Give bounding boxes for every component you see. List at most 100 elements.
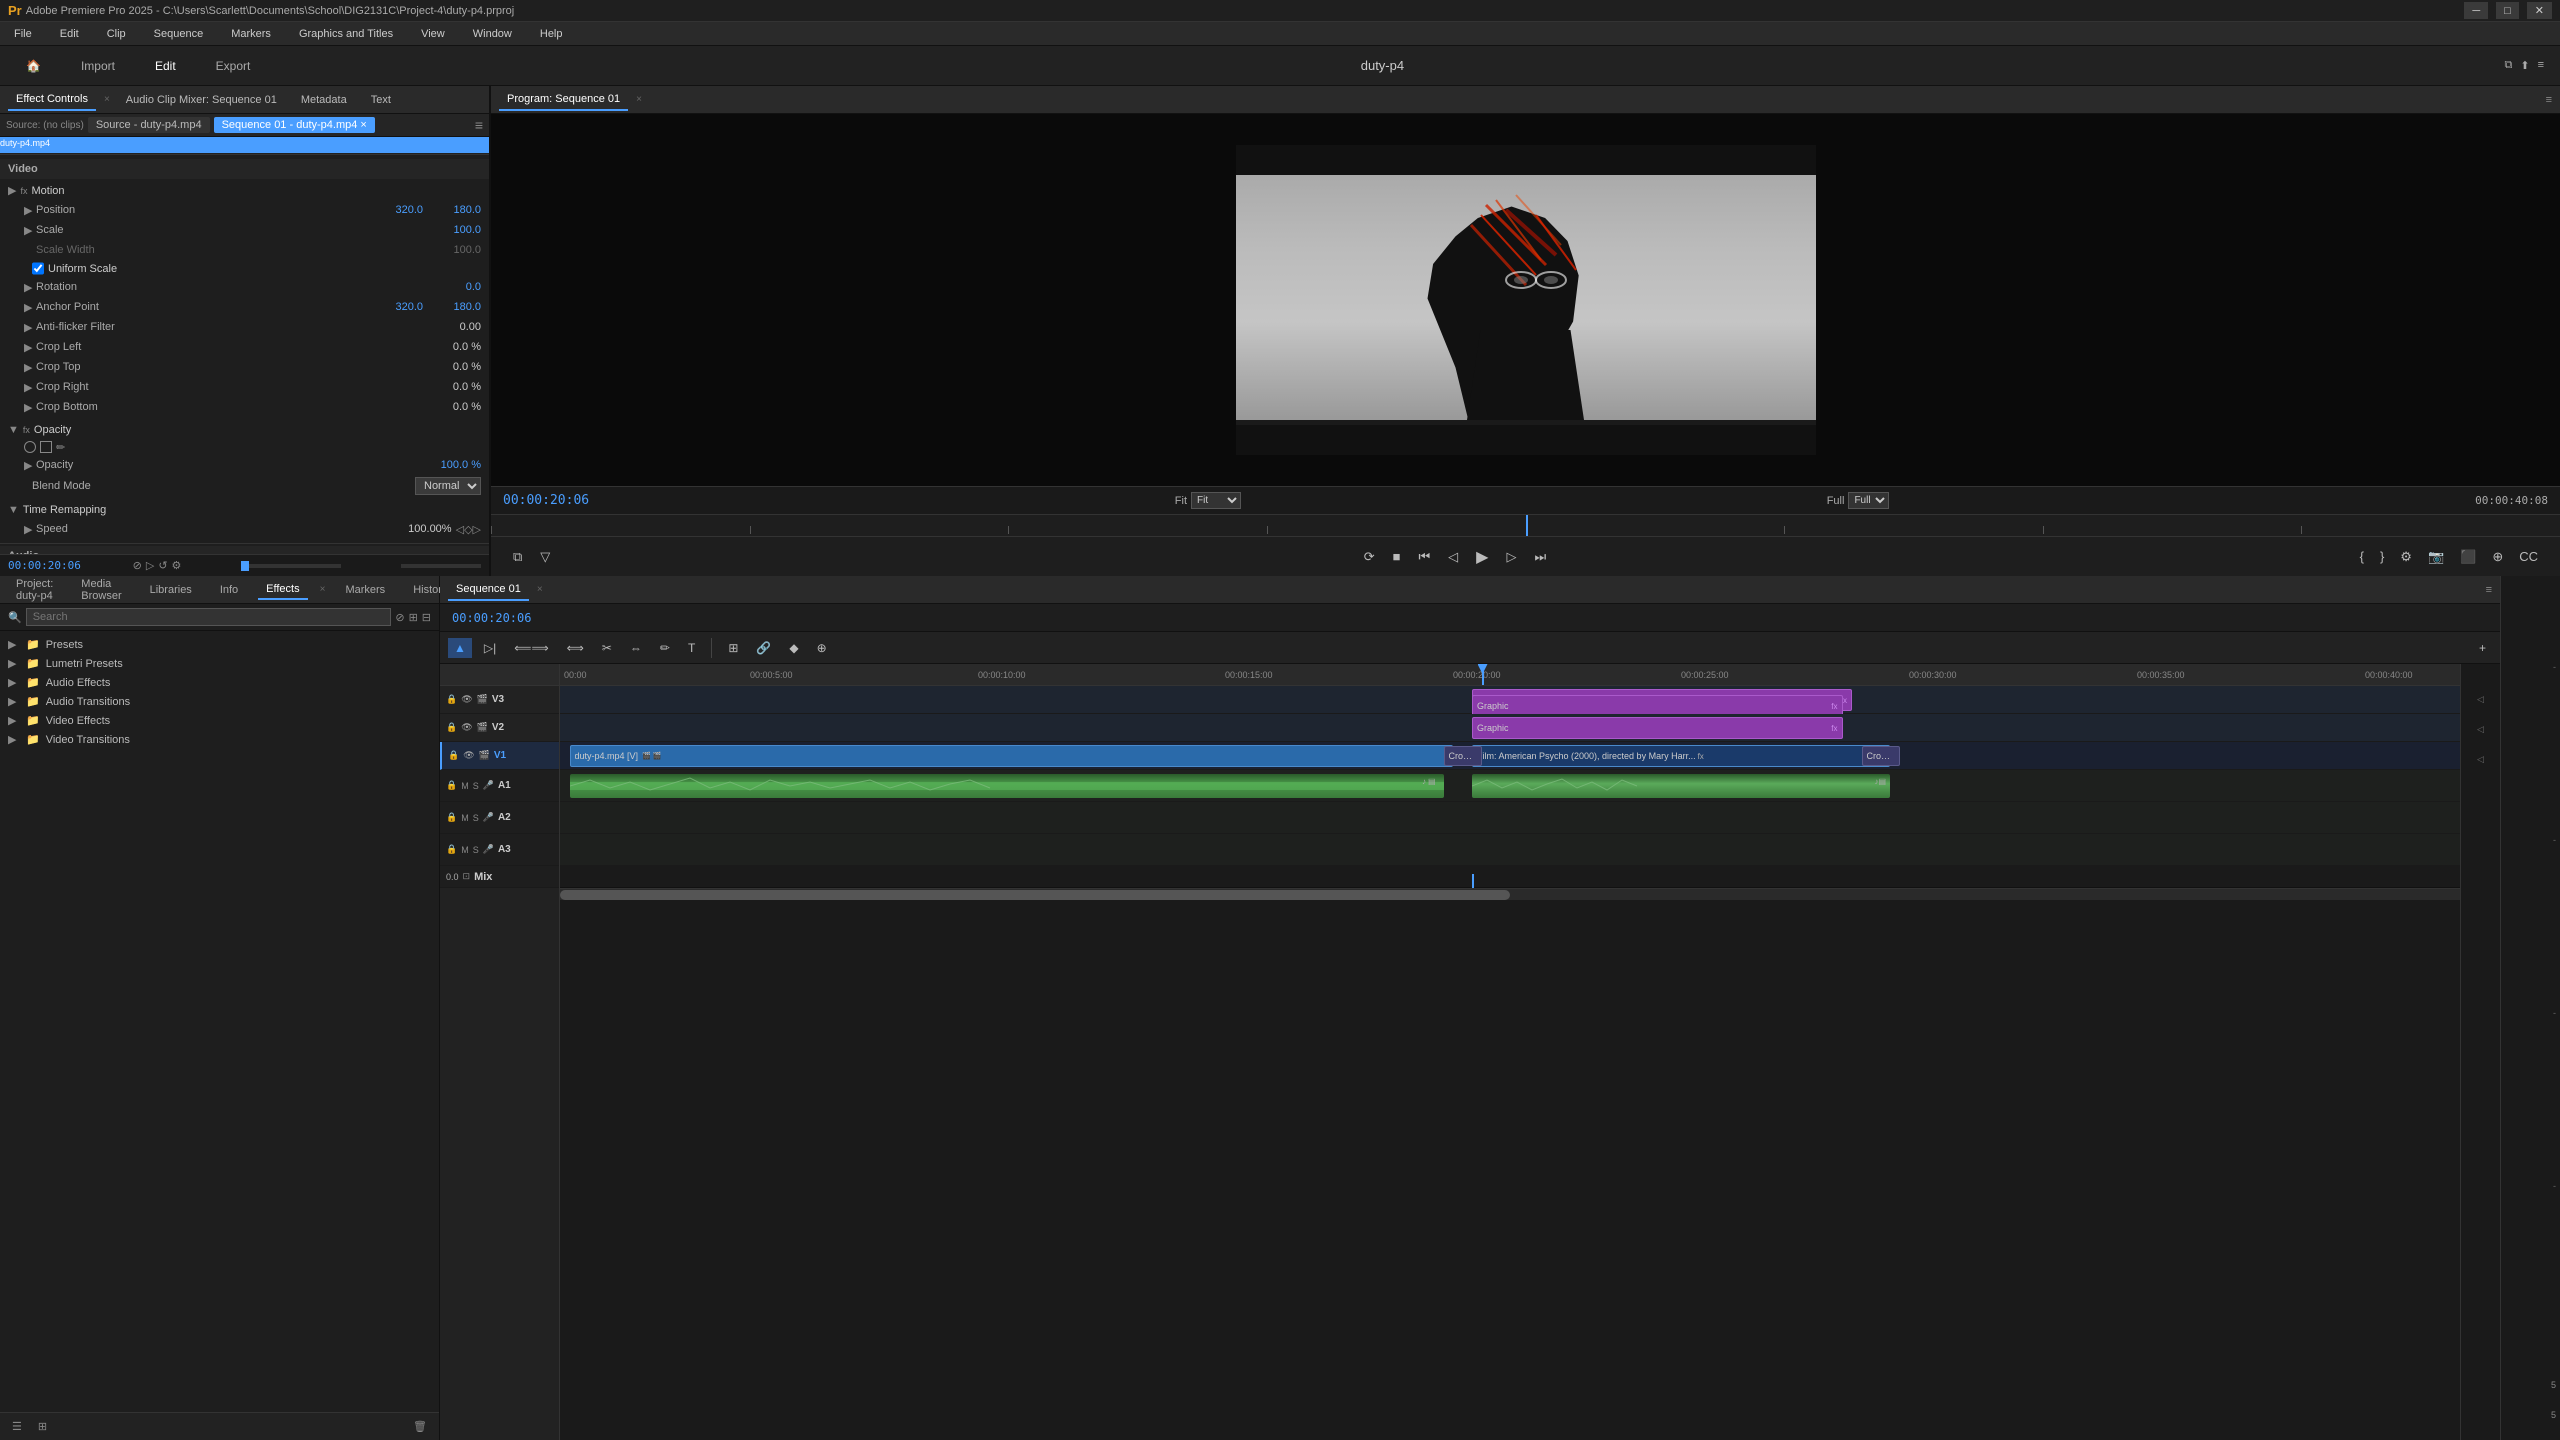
tool-rolling[interactable]: ⟺ — [561, 638, 590, 658]
monitor-menu-btn[interactable]: ≡ — [2546, 94, 2552, 106]
v2-lock-icon[interactable]: 🔒 — [446, 722, 457, 733]
timeline-menu-btn[interactable]: ≡ — [2486, 584, 2492, 596]
keyframe-next[interactable]: ▷ — [473, 523, 481, 536]
monitor-vr-btn[interactable]: ⊕ — [2486, 545, 2509, 569]
monitor-layout-btn[interactable]: ⧉ — [507, 545, 528, 569]
a3-mic-icon[interactable]: 🎤 — [483, 844, 494, 855]
crop-top-value[interactable]: 0.0 % — [431, 361, 481, 373]
mix-vol-value[interactable]: 0.0 — [446, 872, 459, 882]
add-markers[interactable]: ⊕ — [811, 638, 833, 658]
v3-clip-icon[interactable]: 🎬 — [477, 694, 488, 705]
presets-expand-icon[interactable]: ▶ — [8, 638, 20, 651]
menu-clip[interactable]: Clip — [101, 26, 132, 42]
header-icon-2[interactable]: ⬆ — [2520, 59, 2529, 72]
clip-a1-main[interactable]: ♪ ▤ — [570, 774, 1444, 798]
new-bin-btn[interactable]: ⊞ — [409, 611, 418, 624]
ec-clip-bar[interactable]: duty-p4.mp4 — [0, 137, 489, 153]
blend-mode-select[interactable]: Normal — [415, 477, 481, 495]
v3-eye-icon[interactable]: 👁 — [461, 694, 472, 705]
expand-v2-btn[interactable]: ◁ — [2477, 724, 2484, 735]
close-button[interactable]: ✕ — [2527, 2, 2552, 19]
v2-clip-icon[interactable]: 🎬 — [477, 722, 488, 733]
quality-select[interactable]: Full 1/2 1/4 — [1848, 492, 1889, 509]
opacity-value[interactable]: 100.0 % — [431, 459, 481, 471]
clip-a1-secondary[interactable]: ♪▤ — [1472, 774, 1890, 798]
timeline-scrollbar[interactable] — [560, 888, 2460, 900]
menu-view[interactable]: View — [415, 26, 451, 42]
clip-v1-trans1[interactable]: Cross Disso... — [1444, 746, 1482, 766]
position-x[interactable]: 320.0 — [373, 204, 423, 216]
monitor-settings-btn[interactable]: ⚙ — [2394, 545, 2418, 569]
audio-effects-item[interactable]: ▶ 📁 Audio Effects — [0, 673, 439, 692]
monitor-ruler[interactable] — [491, 514, 2560, 536]
clip-tab-sequence[interactable]: Sequence 01 - duty-p4.mp4 × — [214, 117, 375, 133]
monitor-play-btn[interactable]: ▶ — [1470, 543, 1494, 571]
video-effects-item[interactable]: ▶ 📁 Video Effects — [0, 711, 439, 730]
monitor-step-back-btn[interactable]: ⏮ — [1412, 545, 1436, 569]
v1-clip-icon[interactable]: 🎬 — [479, 750, 490, 761]
monitor-compare-btn[interactable]: ⬛ — [2454, 545, 2482, 569]
title-bar-controls[interactable]: ─ □ ✕ — [2464, 2, 2552, 19]
a2-lock-icon[interactable]: 🔒 — [446, 812, 457, 823]
expand-v3-btn[interactable]: ◁ — [2477, 694, 2484, 705]
keyframe-prev[interactable]: ◁ — [456, 523, 464, 536]
uniform-scale-checkbox[interactable] — [32, 262, 44, 275]
menu-graphics[interactable]: Graphics and Titles — [293, 26, 399, 42]
clip-v1-main[interactable]: duty-p4.mp4 [V] 🎬 🎬 — [570, 745, 1454, 767]
a1-m-btn[interactable]: M — [461, 781, 469, 791]
project-list-view[interactable]: ☰ — [8, 1418, 26, 1435]
tab-metadata[interactable]: Metadata — [293, 90, 355, 110]
monitor-mark-out-btn[interactable]: } — [2374, 545, 2390, 569]
tab-media-browser[interactable]: Media Browser — [73, 575, 129, 605]
lumetri-expand-icon[interactable]: ▶ — [8, 657, 20, 670]
monitor-stop-btn[interactable]: ■ — [1387, 545, 1407, 568]
rotation-value[interactable]: 0.0 — [431, 281, 481, 293]
panel-menu-btn[interactable]: ≡ — [475, 117, 483, 133]
ec-settings-btn[interactable]: ⚙ — [172, 559, 182, 572]
menu-sequence[interactable]: Sequence — [148, 26, 210, 42]
tool-type[interactable]: T — [682, 638, 701, 658]
clip-v1-text[interactable]: Film: American Psycho (2000), directed b… — [1472, 745, 1890, 767]
tool-slip[interactable]: ⇔ — [624, 638, 648, 658]
ec-timeline-bar[interactable] — [241, 564, 341, 568]
clip-v2-graphic[interactable]: Graphic fx — [1472, 717, 1843, 739]
expand-v1-btn[interactable]: ◁ — [2477, 754, 2484, 765]
menu-markers[interactable]: Markers — [225, 26, 277, 42]
tab-text[interactable]: Text — [363, 90, 399, 110]
anchor-y[interactable]: 180.0 — [431, 301, 481, 313]
tool-pen[interactable]: ✏ — [654, 638, 676, 658]
effects-close[interactable]: × — [320, 584, 326, 595]
v1-eye-icon[interactable]: 👁 — [463, 750, 474, 761]
tab-project[interactable]: Project: duty-p4 — [8, 575, 61, 605]
ec-filter-btn[interactable]: ⊘ — [133, 559, 142, 572]
project-icon-view[interactable]: ⊞ — [34, 1418, 51, 1435]
monitor-caption-btn[interactable]: CC — [2513, 545, 2544, 569]
a2-s-btn[interactable]: S — [473, 813, 479, 823]
audio-transitions-item[interactable]: ▶ 📁 Audio Transitions — [0, 692, 439, 711]
add-track-btn[interactable]: + — [2473, 638, 2492, 658]
presets-item[interactable]: ▶ 📁 Presets — [0, 635, 439, 654]
scrollbar-thumb[interactable] — [560, 890, 1510, 900]
ec-zoom-bar[interactable] — [401, 564, 481, 568]
speed-value[interactable]: 100.00% — [402, 523, 452, 535]
maximize-button[interactable]: □ — [2496, 2, 2519, 19]
monitor-timecode[interactable]: 00:00:20:06 — [503, 493, 589, 508]
nav-import[interactable]: Import — [71, 55, 125, 77]
monitor-mark-in-btn[interactable]: { — [2354, 545, 2370, 569]
motion-header[interactable]: ▶ fx Motion — [0, 181, 489, 200]
nav-home[interactable]: 🏠 — [16, 55, 51, 77]
menu-window[interactable]: Window — [467, 26, 518, 42]
header-icon-3[interactable]: ≡ — [2538, 59, 2544, 72]
tab-info[interactable]: Info — [212, 581, 246, 599]
video-transitions-item[interactable]: ▶ 📁 Video Transitions — [0, 730, 439, 749]
crop-bottom-value[interactable]: 0.0 % — [431, 401, 481, 413]
search-input[interactable] — [26, 608, 392, 626]
nav-edit[interactable]: Edit — [145, 55, 186, 77]
menu-file[interactable]: File — [8, 26, 38, 42]
tab-effect-controls[interactable]: Effect Controls — [8, 89, 96, 111]
menu-edit[interactable]: Edit — [54, 26, 85, 42]
a1-s-btn[interactable]: S — [473, 781, 479, 791]
video-trans-expand-icon[interactable]: ▶ — [8, 733, 20, 746]
clip-v1-trans2[interactable]: Cross Diss... — [1862, 746, 1900, 766]
time-remap-header[interactable]: ▼ Time Remapping — [0, 501, 489, 519]
